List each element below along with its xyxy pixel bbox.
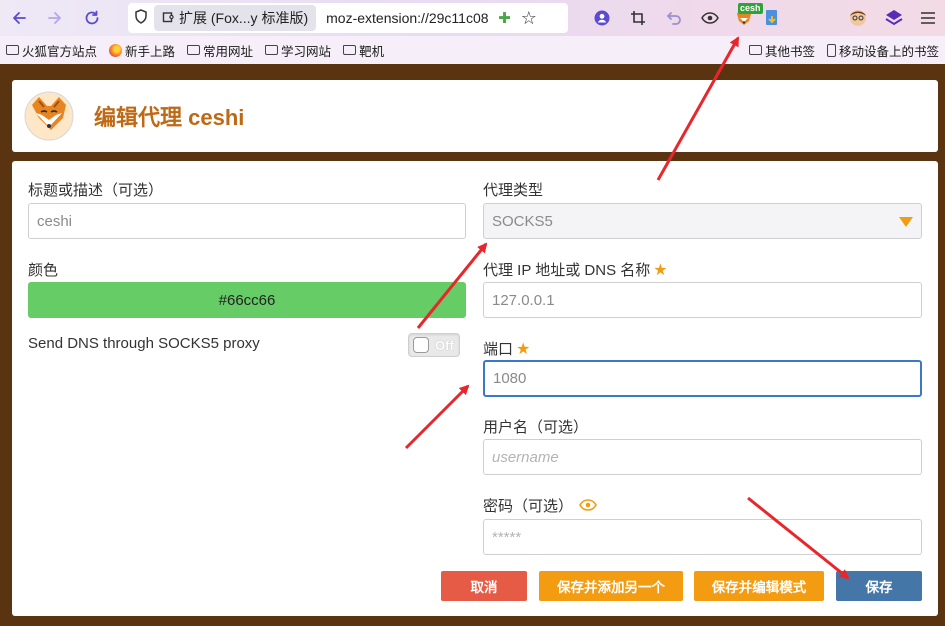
extension-icons-right (844, 0, 942, 36)
toggle-state: Off (435, 337, 454, 353)
bookmark-label: 新手上路 (125, 44, 176, 59)
save-edit-mode-button[interactable]: 保存并编辑模式 (694, 571, 824, 601)
bookmark-folder[interactable]: 靶机 (337, 41, 390, 60)
shield-icon[interactable] (128, 9, 154, 27)
title-input[interactable]: ceshi (28, 203, 466, 239)
cancel-button[interactable]: 取消 (441, 571, 527, 601)
bookmarks-bar: 火狐官方站点 新手上路 常用网址 学习网站 靶机 其他书签 移动设备上的书签 (0, 36, 945, 64)
save-button[interactable]: 保存 (836, 571, 922, 601)
toggle-knob (413, 337, 429, 353)
type-label: 代理类型 (483, 182, 544, 199)
bookmark-folder[interactable]: 其他书签 (743, 41, 821, 60)
bookmark-folder[interactable]: 移动设备上的书签 (821, 41, 945, 60)
folder-icon (6, 45, 19, 55)
bookmark-label: 靶机 (359, 44, 385, 59)
extension-identity-chip[interactable]: 扩展 (Fox...y 标准版) (154, 5, 317, 31)
bookmark-label: 火狐官方站点 (22, 44, 98, 59)
folder-icon (187, 45, 201, 55)
bookmark-label: 移动设备上的书签 (838, 44, 939, 59)
color-picker[interactable]: #66cc66 (28, 282, 466, 318)
bookmark-label: 学习网站 (281, 44, 332, 59)
proxy-type-select[interactable]: SOCKS5 (483, 203, 922, 239)
undo-icon[interactable] (660, 4, 688, 32)
username-label: 用户名（可选） (483, 419, 589, 436)
dropdown-caret-icon (899, 217, 913, 227)
bookmark-item[interactable]: 新手上路 (103, 41, 181, 60)
firefox-icon (109, 43, 123, 57)
dns-label: Send DNS through SOCKS5 proxy (28, 335, 260, 352)
port-input[interactable]: 1080 (483, 360, 922, 397)
proxy-type-value: SOCKS5 (492, 212, 553, 230)
bookmark-label: 其他书签 (764, 44, 815, 59)
browser-toolbar: 扩展 (Fox...y 标准版) moz-extension://29c11c0… (0, 0, 945, 36)
username-input[interactable]: username (483, 439, 922, 475)
password-input[interactable]: ***** (483, 519, 922, 555)
eye-icon[interactable] (696, 4, 724, 32)
url-text[interactable]: moz-extension://29c11c08 (316, 10, 494, 26)
ip-label: 代理 IP 地址或 DNS 名称 (483, 262, 651, 279)
port-label: 端口 (483, 341, 514, 358)
page-title: 编辑代理 ceshi (94, 105, 245, 130)
extension-badge: cesh (738, 3, 763, 14)
layers-icon[interactable] (880, 4, 908, 32)
forward-icon[interactable] (40, 3, 70, 33)
password-label-row: 密码（可选） (483, 495, 597, 516)
ip-label-row: 代理 IP 地址或 DNS 名称 ★ (483, 259, 668, 280)
ip-input[interactable]: 127.0.0.1 (483, 282, 922, 318)
save-add-another-button[interactable]: 保存并添加另一个 (539, 571, 683, 601)
tab-label: 扩展 (Fox...y 标准版) (179, 10, 309, 26)
crop-icon[interactable] (624, 4, 652, 32)
password-label: 密码（可选） (483, 498, 574, 515)
puzzle-icon (162, 10, 175, 26)
avatar-icon[interactable] (844, 4, 872, 32)
foxyproxy-logo (24, 91, 74, 141)
bookmark-label: 常用网址 (203, 44, 254, 59)
bookmark-folder[interactable]: 学习网站 (259, 41, 337, 60)
bookmark-folder[interactable]: 常用网址 (181, 41, 259, 60)
port-label-row: 端口 ★ (483, 338, 530, 359)
folder-icon (265, 45, 279, 55)
required-star-icon: ★ (653, 261, 668, 279)
bookmark-folder[interactable]: 火狐官方站点 (0, 41, 103, 60)
show-password-eye-icon[interactable] (579, 498, 597, 514)
folder-icon (343, 45, 357, 55)
folder-icon (748, 45, 762, 55)
proxy-form: 标题或描述（可选） ceshi 颜色 #66cc66 Send DNS thro… (12, 161, 938, 616)
mobile-device-icon (826, 43, 836, 57)
color-label: 颜色 (28, 262, 59, 279)
required-star-icon: ★ (516, 340, 531, 358)
page-header: 编辑代理 ceshi (12, 80, 938, 152)
reload-icon[interactable] (77, 3, 107, 33)
account-icon[interactable] (588, 4, 616, 32)
title-label: 标题或描述（可选） (28, 182, 164, 199)
dns-toggle[interactable]: Off (408, 333, 460, 357)
back-icon[interactable] (4, 3, 34, 33)
menu-icon[interactable] (914, 4, 942, 32)
extension-puzzle-icon[interactable]: ✚ (498, 9, 511, 27)
bookmark-star-icon[interactable]: ☆ (521, 8, 537, 29)
address-bar[interactable]: 扩展 (Fox...y 标准版) moz-extension://29c11c0… (128, 3, 568, 33)
